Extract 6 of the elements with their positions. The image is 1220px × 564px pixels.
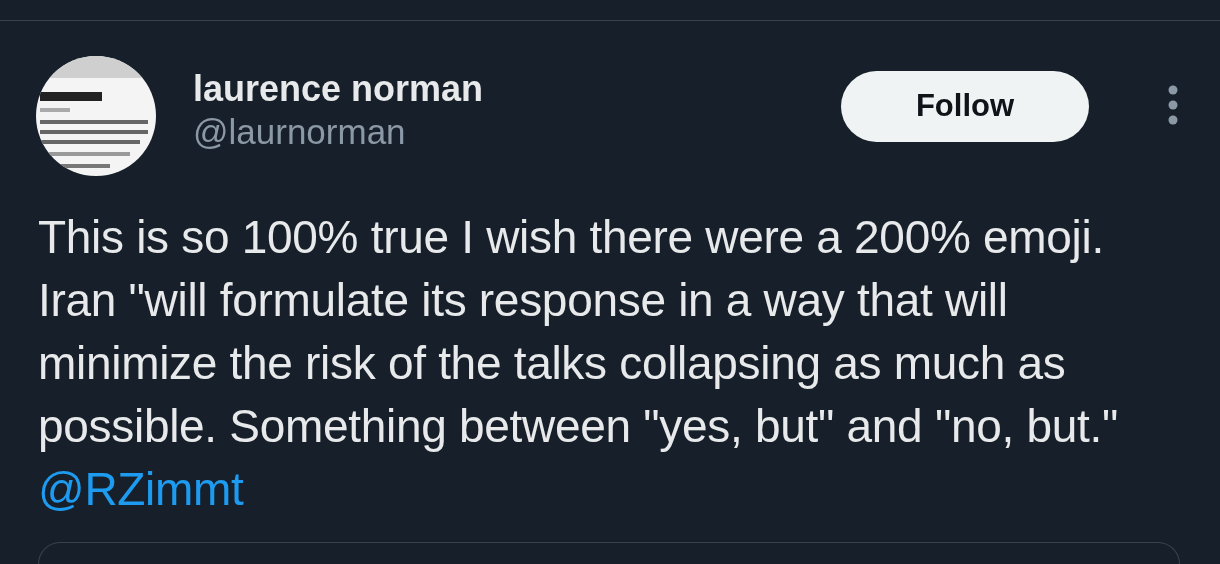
tweet-text: This is so 100% true I wish there were a 200% emoji. Iran "will formulate its response in a way that will minimize the risk of the talks collapsing as much as possible. Something between "yes, but" and "no, but." @RZimmt — [38, 210, 1119, 517]
more-icon[interactable] — [1166, 85, 1180, 125]
author-name[interactable]: laurence norman — [193, 68, 804, 110]
follow-button[interactable]: Follow — [841, 70, 1089, 142]
author-handle[interactable]: @laurnorman — [193, 112, 804, 152]
mention-link[interactable]: @RZimmt — [38, 463, 244, 515]
